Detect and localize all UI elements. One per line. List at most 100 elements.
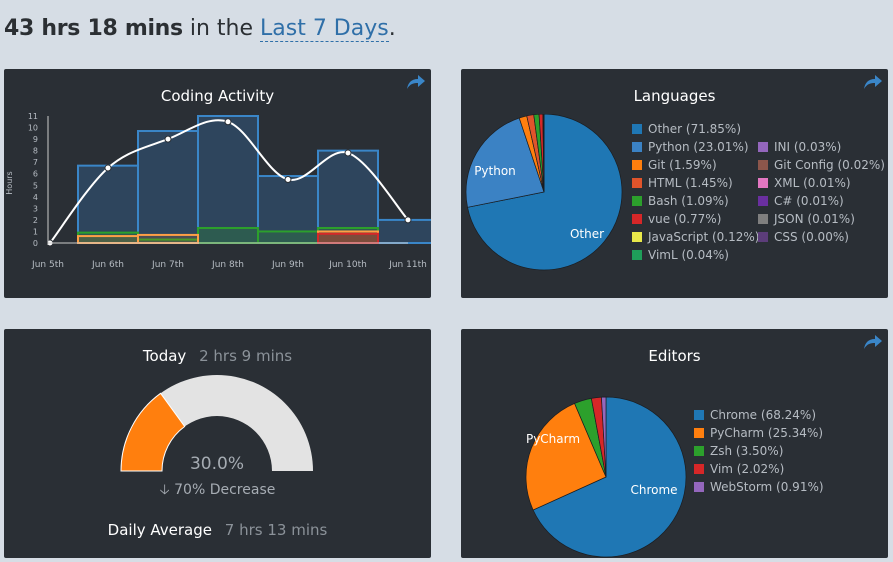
- date-range-selector[interactable]: Last 7 Days: [260, 16, 389, 42]
- legend-swatch: [758, 196, 768, 206]
- languages-title: Languages: [633, 87, 716, 105]
- legend-label: WebStorm (0.91%): [710, 480, 824, 494]
- share-icon[interactable]: [862, 73, 884, 91]
- x-tick-label: Jun 9th: [271, 260, 304, 270]
- editors-panel: Editors PyCharm Chrome Chrome (68.24%) Py…: [461, 329, 888, 558]
- legend-label: vue (0.77%): [648, 212, 722, 226]
- activity-bar: [257, 230, 319, 244]
- legend-item[interactable]: CSS (0.00%): [758, 228, 885, 246]
- y-tick-label: 11: [28, 112, 38, 121]
- editors-legend: Chrome (68.24%) PyCharm (25.34%) Zsh (3.50…: [694, 406, 824, 496]
- y-tick-label: 5: [33, 181, 38, 190]
- legend-swatch: [758, 160, 768, 170]
- activity-bar: [77, 164, 139, 244]
- change-indicator: 🡣 70% Decrease: [4, 479, 431, 503]
- y-tick-label: 0: [33, 239, 38, 248]
- pie-label-other: Other: [570, 227, 604, 241]
- languages-pie: Python Other: [465, 114, 623, 271]
- legend-label: VimL (0.04%): [648, 248, 729, 262]
- legend-label: XML (0.01%): [774, 176, 851, 190]
- legend-item[interactable]: Vim (2.02%): [694, 460, 824, 478]
- legend-label: Bash (1.09%): [648, 194, 729, 208]
- y-tick-label: 3: [33, 204, 38, 213]
- daily-average-value: 7 hrs 13 mins: [224, 521, 328, 539]
- languages-legend-extra: INI (0.03%) Git Config (0.02%) XML (0.01%)…: [758, 138, 885, 246]
- legend-label: Git Config (0.02%): [774, 158, 885, 172]
- legend-item[interactable]: Other (71.85%): [632, 120, 759, 138]
- summary-headline: 43 hrs 18 mins in the Last 7 Days.: [4, 16, 396, 42]
- legend-swatch: [632, 160, 642, 170]
- legend-label: PyCharm (25.34%): [710, 426, 824, 440]
- arrow-down-icon: 🡣: [159, 482, 170, 498]
- legend-swatch: [694, 428, 704, 438]
- legend-swatch: [758, 214, 768, 224]
- trend-point[interactable]: [104, 164, 112, 172]
- legend-swatch: [632, 142, 642, 152]
- legend-item[interactable]: Python (23.01%): [632, 138, 759, 156]
- daily-average-label: Daily Average: [107, 521, 212, 539]
- trend-point[interactable]: [164, 135, 172, 143]
- editors-title: Editors: [648, 347, 701, 365]
- activity-bar: [317, 232, 379, 245]
- activity-bar: [377, 218, 431, 244]
- share-icon[interactable]: [862, 333, 884, 351]
- x-tick-label: Jun 11th: [388, 260, 427, 270]
- legend-swatch: [632, 232, 642, 242]
- legend-item[interactable]: C# (0.01%): [758, 192, 885, 210]
- change-text: 70% Decrease: [174, 482, 276, 498]
- x-tick-label: Jun 7th: [151, 260, 184, 270]
- legend-item[interactable]: Git (1.59%): [632, 156, 759, 174]
- legend-swatch: [632, 196, 642, 206]
- legend-swatch: [694, 464, 704, 474]
- legend-item[interactable]: vue (0.77%): [632, 210, 759, 228]
- activity-bar: [137, 130, 199, 244]
- legend-swatch: [632, 124, 642, 134]
- today-panel: Today 2 hrs 9 mins 30.0% 🡣 70% Decrease …: [4, 329, 431, 558]
- languages-legend: Other (71.85%) Python (23.01%) Git (1.59%)…: [632, 120, 759, 264]
- x-tick-label: Jun 10th: [328, 260, 367, 270]
- legend-item[interactable]: Chrome (68.24%): [694, 406, 824, 424]
- y-tick-label: 9: [33, 135, 38, 144]
- legend-item[interactable]: Zsh (3.50%): [694, 442, 824, 460]
- legend-item[interactable]: HTML (1.45%): [632, 174, 759, 192]
- legend-item[interactable]: Bash (1.09%): [632, 192, 759, 210]
- x-tick-label: Jun 8th: [211, 260, 244, 270]
- headline-connector: in the: [189, 16, 253, 41]
- legend-label: C# (0.01%): [774, 194, 844, 208]
- y-tick-label: 4: [33, 193, 38, 202]
- legend-item[interactable]: PyCharm (25.34%): [694, 424, 824, 442]
- headline-period: .: [388, 16, 396, 41]
- activity-bar: [137, 233, 199, 244]
- legend-swatch: [694, 482, 704, 492]
- trend-point[interactable]: [284, 176, 292, 183]
- y-axis-label: Hours: [5, 171, 14, 194]
- legend-label: Python (23.01%): [648, 140, 749, 154]
- legend-label: JSON (0.01%): [774, 212, 855, 226]
- y-tick-label: 6: [33, 170, 38, 179]
- legend-item[interactable]: WebStorm (0.91%): [694, 478, 824, 496]
- activity-bar: [197, 226, 259, 244]
- legend-item[interactable]: XML (0.01%): [758, 174, 885, 192]
- legend-swatch: [758, 232, 768, 242]
- legend-item[interactable]: JSON (0.01%): [758, 210, 885, 228]
- legend-label: Chrome (68.24%): [710, 408, 817, 422]
- languages-panel: Languages Python Other Other (71.85%) Pyt…: [461, 69, 888, 298]
- pie-label-chrome: Chrome: [630, 483, 677, 497]
- legend-item[interactable]: VimL (0.04%): [632, 246, 759, 264]
- legend-label: INI (0.03%): [774, 140, 842, 154]
- total-time: 43 hrs 18 mins: [4, 16, 183, 41]
- today-gauge: 30.0%: [120, 375, 313, 474]
- legend-item[interactable]: JavaScript (0.12%): [632, 228, 759, 246]
- y-tick-label: 10: [28, 124, 38, 133]
- trend-point[interactable]: [344, 149, 352, 157]
- legend-label: Vim (2.02%): [710, 462, 785, 476]
- legend-swatch: [632, 250, 642, 260]
- legend-item[interactable]: INI (0.03%): [758, 138, 885, 156]
- trend-point[interactable]: [224, 118, 232, 126]
- legend-item[interactable]: Git Config (0.02%): [758, 156, 885, 174]
- activity-bar: [77, 235, 139, 244]
- trend-point[interactable]: [404, 216, 412, 224]
- legend-swatch: [758, 142, 768, 152]
- legend-swatch: [758, 178, 768, 188]
- y-tick-label: 8: [33, 147, 38, 156]
